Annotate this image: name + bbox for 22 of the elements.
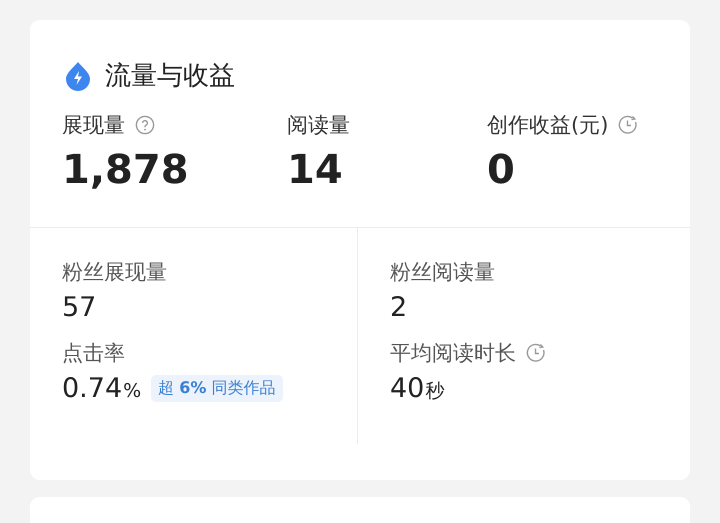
clock-icon[interactable] [526, 343, 546, 363]
comparison-badge: 超 6% 同类作品 [151, 375, 283, 402]
metric-label: 创作收益(元) [487, 112, 608, 139]
metric-value: 2 [390, 292, 408, 323]
metric-label: 点击率 [62, 340, 125, 367]
metric-value: 0 [487, 147, 516, 193]
metric-label: 粉丝阅读量 [390, 259, 495, 286]
card-title: 流量与收益 [105, 60, 235, 93]
metric-unit: % [123, 380, 142, 402]
metric-label: 阅读量 [287, 112, 350, 139]
metric-label: 粉丝展现量 [62, 259, 167, 286]
metric-value: 0.74 [62, 373, 122, 404]
clock-icon[interactable] [618, 115, 638, 135]
lightning-drop-icon [63, 60, 93, 90]
metric-value: 40 [390, 373, 424, 404]
metric-unit: 秒 [425, 379, 444, 404]
metric-value: 57 [62, 292, 96, 323]
metric-label: 平均阅读时长 [390, 340, 516, 367]
metric-value: 1,878 [62, 147, 190, 193]
metric-value: 14 [287, 147, 344, 193]
metric-label: 展现量 [62, 112, 125, 139]
help-icon[interactable] [135, 115, 155, 135]
